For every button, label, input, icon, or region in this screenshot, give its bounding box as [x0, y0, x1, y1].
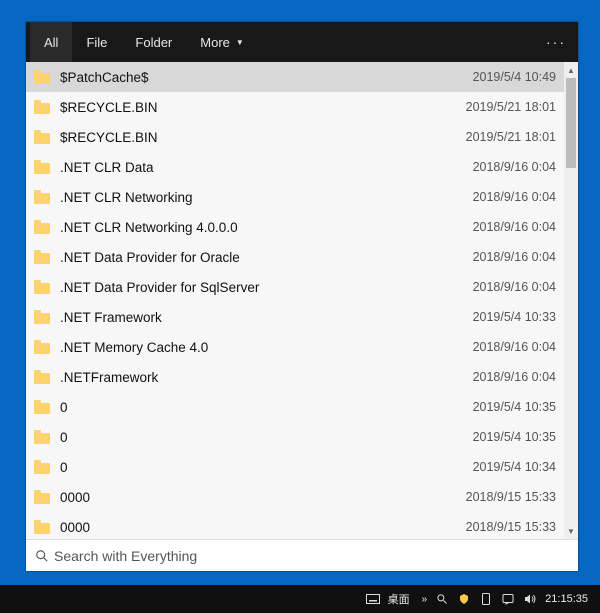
- item-name: .NET CLR Data: [60, 160, 465, 175]
- item-name: .NETFramework: [60, 370, 465, 385]
- item-name: .NET CLR Networking 4.0.0.0: [60, 220, 465, 235]
- folder-icon: [34, 340, 50, 354]
- folder-icon: [34, 130, 50, 144]
- filter-tab-more[interactable]: More ▼: [186, 22, 258, 62]
- taskbar: 桌面 » 21:15:35: [0, 585, 600, 613]
- item-name: $PatchCache$: [60, 70, 465, 85]
- scrollbar[interactable]: ▲ ▼: [564, 62, 578, 539]
- list-item[interactable]: .NET Data Provider for SqlServer2018/9/1…: [26, 272, 564, 302]
- item-name: .NET Data Provider for SqlServer: [60, 280, 465, 295]
- item-name: .NET Data Provider for Oracle: [60, 250, 465, 265]
- folder-icon: [34, 190, 50, 204]
- list-item[interactable]: .NET CLR Data2018/9/16 0:04: [26, 152, 564, 182]
- tab-label: File: [86, 35, 107, 50]
- filter-tab-all[interactable]: All: [30, 22, 72, 62]
- results-list[interactable]: $PatchCache$2019/5/4 10:49$RECYCLE.BIN20…: [26, 62, 564, 539]
- list-item[interactable]: .NET CLR Networking2018/9/16 0:04: [26, 182, 564, 212]
- list-item[interactable]: 00002018/9/15 15:33: [26, 482, 564, 512]
- list-item[interactable]: $RECYCLE.BIN2019/5/21 18:01: [26, 122, 564, 152]
- item-date: 2018/9/16 0:04: [465, 370, 556, 384]
- item-name: 0: [60, 460, 465, 475]
- scroll-down-button[interactable]: ▼: [564, 523, 578, 539]
- item-name: $RECYCLE.BIN: [60, 130, 458, 145]
- app-window: AllFileFolderMore▼ ··· $PatchCache$2019/…: [26, 22, 578, 571]
- tray-search-icon[interactable]: [435, 592, 449, 606]
- search-input[interactable]: [52, 544, 572, 568]
- folder-icon: [34, 220, 50, 234]
- list-item[interactable]: .NET CLR Networking 4.0.0.02018/9/16 0:0…: [26, 212, 564, 242]
- item-name: .NET Memory Cache 4.0: [60, 340, 465, 355]
- folder-icon: [34, 430, 50, 444]
- folder-icon: [34, 160, 50, 174]
- folder-icon: [34, 310, 50, 324]
- folder-icon: [34, 100, 50, 114]
- list-item[interactable]: .NET Framework2019/5/4 10:33: [26, 302, 564, 332]
- toolbar-overflow-button[interactable]: ···: [534, 22, 578, 62]
- tray-device-icon[interactable]: [479, 592, 493, 606]
- taskbar-clock[interactable]: 21:15:35: [545, 593, 592, 605]
- list-item[interactable]: 00002018/9/15 15:33: [26, 512, 564, 539]
- tray-keyboard-icon[interactable]: [366, 592, 380, 606]
- tray-security-icon[interactable]: [457, 592, 471, 606]
- tray-notification-icon[interactable]: [501, 592, 515, 606]
- list-item[interactable]: 02019/5/4 10:35: [26, 422, 564, 452]
- item-date: 2019/5/4 10:33: [465, 310, 556, 324]
- item-date: 2018/9/16 0:04: [465, 220, 556, 234]
- tab-label: Folder: [135, 35, 172, 50]
- item-name: 0000: [60, 490, 458, 505]
- list-item[interactable]: 02019/5/4 10:34: [26, 452, 564, 482]
- search-icon: [32, 549, 52, 563]
- item-date: 2018/9/16 0:04: [465, 250, 556, 264]
- item-date: 2018/9/16 0:04: [465, 340, 556, 354]
- list-item[interactable]: $RECYCLE.BIN2019/5/21 18:01: [26, 92, 564, 122]
- item-date: 2018/9/16 0:04: [465, 190, 556, 204]
- item-date: 2019/5/21 18:01: [458, 130, 556, 144]
- folder-icon: [34, 250, 50, 264]
- item-date: 2019/5/4 10:35: [465, 430, 556, 444]
- tab-label: All: [44, 35, 58, 50]
- list-item[interactable]: $PatchCache$2019/5/4 10:49: [26, 62, 564, 92]
- item-name: 0000: [60, 520, 458, 535]
- list-item[interactable]: 02019/5/4 10:35: [26, 392, 564, 422]
- desktop-label[interactable]: 桌面: [388, 591, 410, 607]
- folder-icon: [34, 280, 50, 294]
- toolbar: All File Folder More ▼ ···: [26, 22, 578, 62]
- item-name: .NET CLR Networking: [60, 190, 465, 205]
- item-date: 2018/9/15 15:33: [458, 520, 556, 534]
- toolbar-spacer: [258, 22, 534, 62]
- item-name: $RECYCLE.BIN: [60, 100, 458, 115]
- folder-icon: [34, 520, 50, 534]
- scroll-thumb[interactable]: [566, 78, 576, 168]
- folder-icon: [34, 70, 50, 84]
- item-date: 2018/9/16 0:04: [465, 280, 556, 294]
- item-date: 2018/9/15 15:33: [458, 490, 556, 504]
- filter-tab-file[interactable]: File: [72, 22, 121, 62]
- scroll-up-button[interactable]: ▲: [564, 62, 578, 78]
- folder-icon: [34, 460, 50, 474]
- item-name: 0: [60, 400, 465, 415]
- item-date: 2019/5/4 10:35: [465, 400, 556, 414]
- folder-icon: [34, 370, 50, 384]
- search-bar: [26, 539, 578, 571]
- list-item[interactable]: .NETFramework2018/9/16 0:04: [26, 362, 564, 392]
- item-date: 2019/5/21 18:01: [458, 100, 556, 114]
- list-item[interactable]: .NET Memory Cache 4.02018/9/16 0:04: [26, 332, 564, 362]
- item-date: 2018/9/16 0:04: [465, 160, 556, 174]
- results-area: $PatchCache$2019/5/4 10:49$RECYCLE.BIN20…: [26, 62, 578, 539]
- list-item[interactable]: .NET Data Provider for Oracle2018/9/16 0…: [26, 242, 564, 272]
- item-date: 2019/5/4 10:34: [465, 460, 556, 474]
- tray-chevron-icon[interactable]: »: [422, 594, 428, 605]
- item-name: .NET Framework: [60, 310, 465, 325]
- filter-tab-folder[interactable]: Folder: [121, 22, 186, 62]
- system-tray: 桌面 » 21:15:35: [358, 591, 600, 607]
- folder-icon: [34, 400, 50, 414]
- tab-label: More: [200, 35, 230, 50]
- tray-volume-icon[interactable]: [523, 592, 537, 606]
- chevron-down-icon: ▼: [236, 38, 244, 47]
- folder-icon: [34, 490, 50, 504]
- item-date: 2019/5/4 10:49: [465, 70, 556, 84]
- item-name: 0: [60, 430, 465, 445]
